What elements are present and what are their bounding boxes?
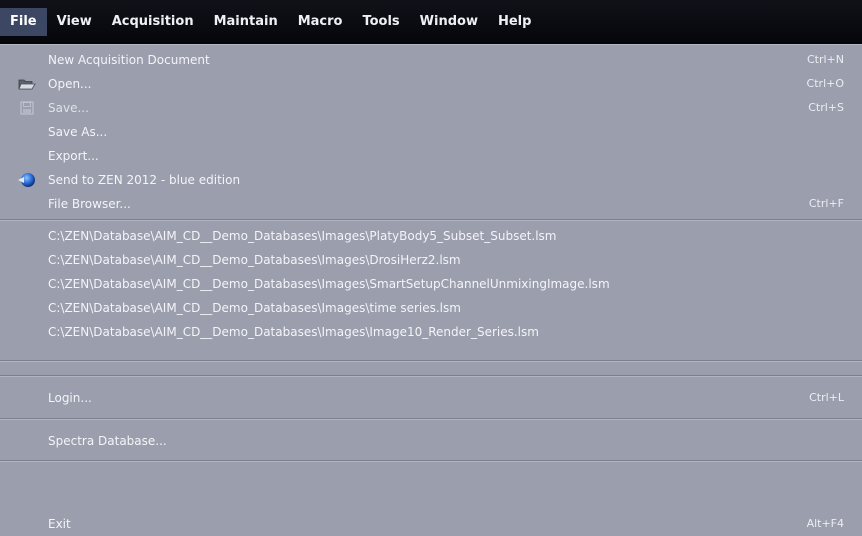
menu-item-label: Save... bbox=[48, 101, 89, 115]
menu-item-shortcut: Ctrl+N bbox=[806, 53, 844, 66]
menu-separator bbox=[0, 375, 862, 377]
menu-item-label: Exit bbox=[48, 517, 71, 531]
menu-separator bbox=[0, 418, 862, 420]
menu-maintain[interactable]: Maintain bbox=[204, 8, 288, 36]
menu-item-label: Export... bbox=[48, 149, 99, 163]
menu-item-save-as[interactable]: Save As... bbox=[0, 120, 862, 144]
menu-item-label: Save As... bbox=[48, 125, 108, 139]
menu-item-shortcut: Ctrl+S bbox=[808, 101, 844, 114]
menu-macro[interactable]: Macro bbox=[288, 8, 353, 36]
menu-item-login[interactable]: Login... Ctrl+L bbox=[0, 386, 862, 410]
menu-bar: File View Acquisition Maintain Macro Too… bbox=[0, 0, 862, 44]
menu-help[interactable]: Help bbox=[488, 8, 541, 36]
menu-item-shortcut: Ctrl+L bbox=[809, 391, 844, 404]
menu-item-new-acquisition-document[interactable]: New Acquisition Document Ctrl+N bbox=[0, 48, 862, 72]
menu-tools[interactable]: Tools bbox=[352, 8, 409, 36]
menu-separator bbox=[0, 460, 862, 462]
menu-item-spectra-database[interactable]: Spectra Database... bbox=[0, 429, 862, 453]
menu-item-export[interactable]: Export... bbox=[0, 144, 862, 168]
menu-item-shortcut: Ctrl+F bbox=[808, 197, 844, 210]
recent-file-item[interactable]: C:\ZEN\Database\AIM_CD__Demo_Databases\I… bbox=[0, 248, 862, 272]
file-menu-dropdown: New Acquisition Document Ctrl+N Open... … bbox=[0, 44, 862, 536]
recent-file-path: C:\ZEN\Database\AIM_CD__Demo_Databases\I… bbox=[48, 325, 539, 339]
menu-view[interactable]: View bbox=[47, 8, 102, 36]
recent-file-path: C:\ZEN\Database\AIM_CD__Demo_Databases\I… bbox=[48, 301, 461, 315]
recent-file-path: C:\ZEN\Database\AIM_CD__Demo_Databases\I… bbox=[48, 277, 610, 291]
menu-item-file-browser[interactable]: File Browser... Ctrl+F bbox=[0, 192, 862, 216]
recent-file-path: C:\ZEN\Database\AIM_CD__Demo_Databases\I… bbox=[48, 253, 461, 267]
recent-file-item[interactable]: C:\ZEN\Database\AIM_CD__Demo_Databases\I… bbox=[0, 224, 862, 248]
menu-item-exit[interactable]: Exit Alt+F4 bbox=[0, 512, 862, 536]
menu-file[interactable]: File bbox=[0, 8, 47, 36]
recent-file-path: C:\ZEN\Database\AIM_CD__Demo_Databases\I… bbox=[48, 229, 557, 243]
menu-item-label: File Browser... bbox=[48, 197, 131, 211]
menu-separator bbox=[0, 219, 862, 221]
floppy-disk-icon bbox=[18, 100, 36, 116]
recent-file-item[interactable]: C:\ZEN\Database\AIM_CD__Demo_Databases\I… bbox=[0, 296, 862, 320]
menu-acquisition[interactable]: Acquisition bbox=[102, 8, 204, 36]
recent-file-item[interactable]: C:\ZEN\Database\AIM_CD__Demo_Databases\I… bbox=[0, 320, 862, 344]
recent-file-item[interactable]: C:\ZEN\Database\AIM_CD__Demo_Databases\I… bbox=[0, 272, 862, 296]
menu-window[interactable]: Window bbox=[410, 8, 488, 36]
menu-item-label: Send to ZEN 2012 - blue edition bbox=[48, 173, 241, 187]
menu-separator bbox=[0, 360, 862, 362]
menu-item-label: Spectra Database... bbox=[48, 434, 167, 448]
menu-item-shortcut: Alt+F4 bbox=[806, 517, 844, 530]
folder-icon bbox=[18, 76, 36, 92]
menu-item-label: Login... bbox=[48, 391, 92, 405]
menu-item-label: Open... bbox=[48, 77, 92, 91]
menu-item-label: New Acquisition Document bbox=[48, 53, 210, 67]
blue-globe-icon bbox=[18, 172, 36, 188]
menu-item-save[interactable]: Save... Ctrl+S bbox=[0, 96, 862, 120]
menu-item-shortcut: Ctrl+O bbox=[806, 77, 844, 90]
menu-item-send-to-zen[interactable]: Send to ZEN 2012 - blue edition bbox=[0, 168, 862, 192]
menu-item-open[interactable]: Open... Ctrl+O bbox=[0, 72, 862, 96]
